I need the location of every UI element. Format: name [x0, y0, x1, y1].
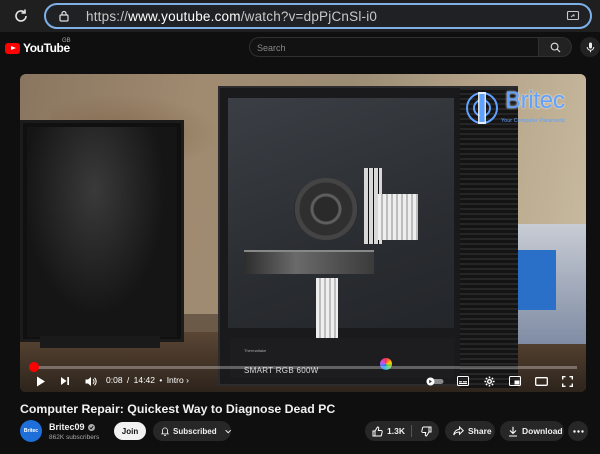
progress-bar[interactable] — [29, 362, 577, 372]
next-button[interactable] — [56, 372, 74, 390]
url-text: https://www.youtube.com/watch?v=dpPjCnSl… — [86, 9, 377, 24]
search-icon — [550, 42, 560, 52]
video-frame-box — [516, 250, 556, 310]
mute-button[interactable] — [82, 372, 100, 390]
volume-icon — [85, 376, 97, 386]
gear-icon — [483, 375, 495, 387]
play-icon — [37, 376, 45, 386]
miniplayer-button[interactable] — [506, 372, 524, 390]
theater-mode-button[interactable] — [532, 372, 550, 390]
bell-icon — [161, 426, 169, 436]
youtube-logo[interactable]: YouTube GB — [5, 38, 71, 55]
download-button[interactable]: Download — [500, 421, 564, 441]
video-frame-pc-case: Thermaltake SMART RGB 600W — [218, 86, 518, 388]
verified-icon — [87, 423, 95, 431]
reload-icon[interactable] — [10, 5, 32, 27]
like-dislike-group: 1.3K — [365, 421, 439, 441]
current-time: 0:08 — [106, 375, 123, 385]
power-cable — [378, 194, 418, 240]
chapter-dot: • — [159, 375, 163, 385]
share-icon — [453, 426, 464, 436]
url-domain: www.youtube.com — [128, 8, 241, 24]
video-player[interactable]: Thermaltake SMART RGB 600W Britec Your C… — [20, 74, 586, 392]
search-box — [249, 37, 539, 57]
url-scheme: https:// — [86, 8, 129, 24]
channel-name-link[interactable]: Britec09 — [49, 422, 95, 432]
settings-button[interactable] — [480, 372, 498, 390]
share-button[interactable]: Share — [445, 421, 495, 441]
graphics-card — [244, 250, 374, 274]
like-count: 1.3K — [387, 426, 405, 436]
case-front-mesh — [460, 88, 518, 388]
country-code: GB — [62, 38, 71, 44]
join-button[interactable]: Join — [114, 422, 146, 440]
chapter-arrow-icon[interactable]: › — [186, 375, 189, 385]
microphone-icon — [586, 42, 594, 52]
psu-brand: Thermaltake — [244, 348, 267, 353]
subscriber-count: 862K subscribers — [49, 434, 100, 441]
gpu-cable — [316, 278, 338, 338]
player-controls: 0:08 / 14:42 • Intro › — [20, 372, 586, 390]
fullscreen-button[interactable] — [558, 372, 576, 390]
chevron-down-icon — [224, 429, 231, 433]
share-label: Share — [468, 426, 492, 436]
youtube-play-icon — [5, 42, 20, 54]
duration: 14:42 — [133, 375, 155, 385]
like-separator — [411, 425, 412, 437]
more-actions-button[interactable] — [568, 421, 588, 441]
channel-avatar[interactable]: Britec — [20, 420, 42, 442]
play-button[interactable] — [32, 372, 50, 390]
brand-watermark: Britec — [505, 87, 565, 114]
dislike-button[interactable] — [413, 421, 439, 441]
search-button[interactable] — [539, 37, 572, 57]
next-icon — [61, 377, 69, 385]
subtitles-icon — [457, 376, 469, 386]
more-horizontal-icon — [572, 429, 584, 433]
subtitles-button[interactable] — [454, 372, 472, 390]
browser-toolbar: https://www.youtube.com/watch?v=dpPjCnSl… — [0, 0, 600, 32]
youtube-header: YouTube GB — [0, 32, 600, 62]
autoplay-toggle[interactable] — [424, 372, 446, 390]
miniplayer-icon — [509, 376, 521, 386]
autoplay-toggle-icon — [426, 377, 444, 385]
voice-search-button[interactable] — [580, 37, 600, 57]
avatar-text: Britec — [23, 428, 39, 434]
theater-mode-icon — [534, 376, 548, 386]
brand-tagline: Your Computer Paramedic — [501, 118, 566, 124]
fullscreen-icon — [561, 375, 573, 387]
search-input[interactable] — [250, 39, 538, 57]
time-display: 0:08 / 14:42 • Intro › — [106, 375, 189, 385]
cpu-cooler-fan — [294, 178, 358, 240]
channel-name[interactable]: Britec09 — [49, 422, 85, 432]
video-title: Computer Repair: Quickest Way to Diagnos… — [20, 402, 336, 416]
download-icon — [509, 426, 517, 437]
subscribed-button[interactable]: Subscribed — [153, 421, 231, 441]
address-bar[interactable]: https://www.youtube.com/watch?v=dpPjCnSl… — [44, 3, 592, 29]
time-separator: / — [126, 375, 130, 385]
thumbs-down-icon — [420, 426, 431, 437]
thumbs-up-icon — [372, 425, 383, 436]
site-info-icon[interactable] — [56, 8, 72, 24]
video-frame-monitor — [20, 120, 184, 342]
like-button[interactable]: 1.3K — [365, 421, 411, 441]
download-label: Download — [522, 426, 563, 436]
subscribed-label: Subscribed — [173, 426, 217, 436]
cast-icon[interactable] — [566, 9, 582, 25]
url-path: /watch?v=dpPjCnSl-i0 — [240, 8, 378, 24]
chapter-title[interactable]: Intro — [167, 375, 184, 385]
video-frame-monitor-stand — [40, 336, 160, 348]
